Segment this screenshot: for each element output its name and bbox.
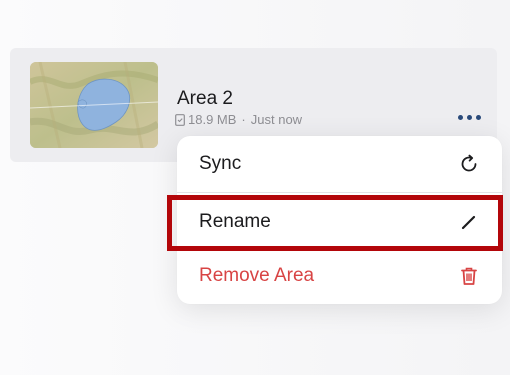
- trash-icon: [458, 265, 480, 287]
- rename-highlight-box: [167, 195, 503, 251]
- device-storage-icon: [175, 113, 185, 126]
- meta-separator: ·: [241, 112, 246, 127]
- area-timestamp: Just now: [250, 112, 303, 127]
- menu-item-label: Remove Area: [199, 265, 315, 286]
- more-dot-icon: [457, 114, 463, 120]
- menu-item-remove-area[interactable]: Remove Area: [177, 248, 502, 304]
- map-thumbnail: [30, 62, 158, 148]
- area-size: 18.9 MB: [188, 112, 237, 127]
- sync-icon: [458, 153, 480, 175]
- menu-item-label: Sync: [199, 153, 242, 174]
- more-dot-icon: [466, 114, 472, 120]
- more-dot-icon: [475, 114, 481, 120]
- menu-item-sync[interactable]: Sync: [177, 136, 502, 192]
- more-options-button[interactable]: [453, 106, 485, 128]
- area-meta: 18.9 MB · Just now: [175, 112, 302, 127]
- area-title: Area 2: [177, 88, 233, 109]
- menu-divider: [177, 192, 502, 193]
